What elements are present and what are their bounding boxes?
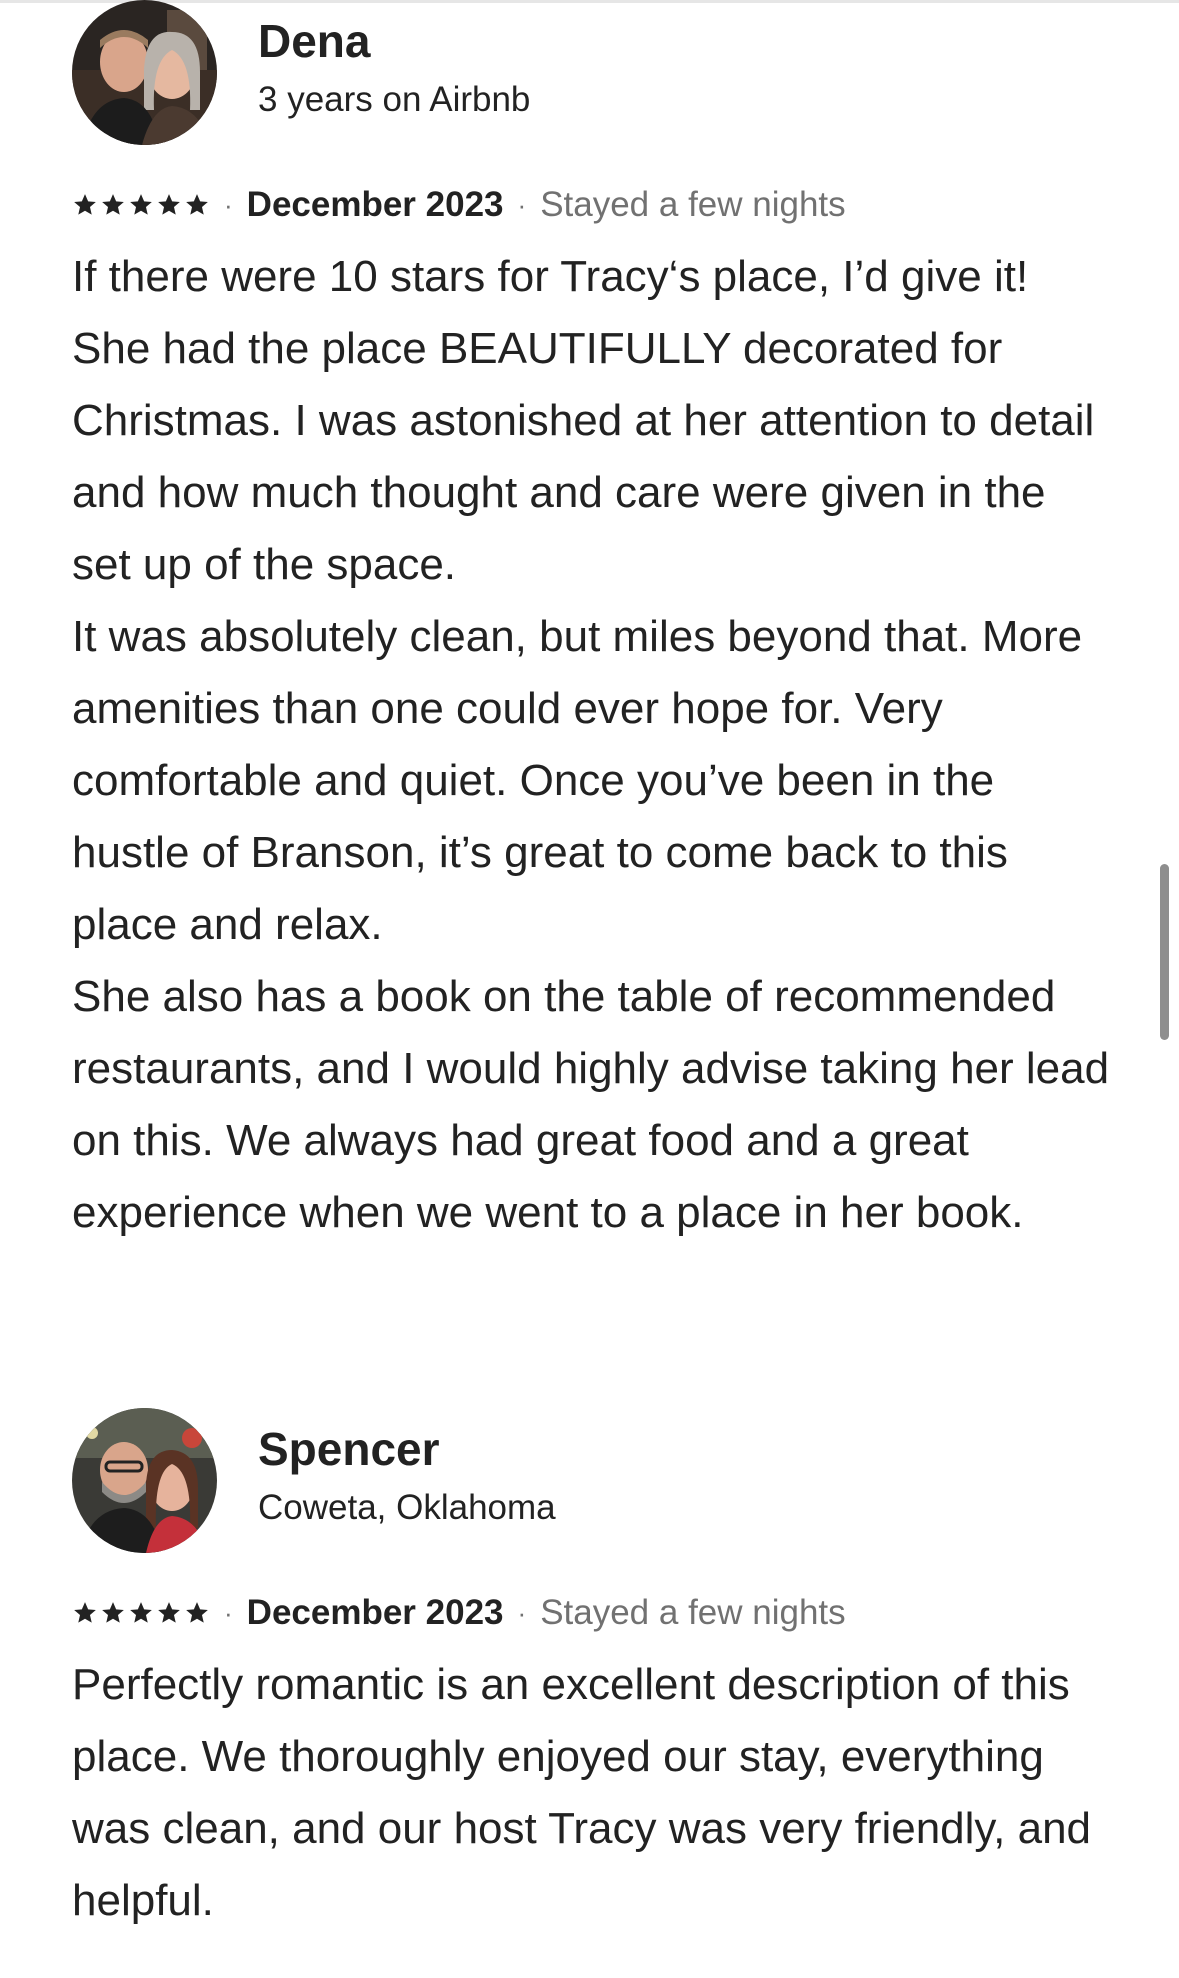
star-icon (74, 1602, 96, 1623)
review-date: December 2023 (246, 185, 504, 224)
star-rating (72, 1600, 210, 1626)
reviewer-tenure: 3 years on Airbnb (258, 80, 531, 119)
avatar[interactable] (72, 0, 217, 145)
meta-separator: · (517, 1597, 527, 1628)
stay-length: Stayed a few nights (540, 185, 846, 224)
reviewer-location: Coweta, Oklahoma (258, 1488, 556, 1527)
star-icon (158, 194, 180, 215)
review-date: December 2023 (246, 1593, 504, 1632)
stay-length: Stayed a few nights (540, 1593, 846, 1632)
star-icon (102, 194, 124, 215)
review-meta: · December 2023 · Stayed a few nights (72, 175, 1112, 235)
reviewer-name[interactable]: Spencer (258, 1422, 440, 1476)
meta-separator: · (224, 1597, 233, 1628)
star-icon (186, 194, 208, 215)
meta-separator: · (517, 189, 527, 220)
review-text: If there were 10 stars for Tracy‘s place… (72, 252, 1110, 1237)
star-icon (74, 194, 96, 215)
star-rating (72, 192, 210, 218)
avatar[interactable] (72, 1408, 217, 1553)
review-card: Dena 3 years on Airbnb · December 2023 ·… (72, 0, 1112, 1249)
star-icon (186, 1602, 208, 1623)
review-card: Spencer Coweta, Oklahoma · December 2023… (72, 1408, 1112, 1937)
reviewer-header[interactable]: Dena 3 years on Airbnb (72, 0, 1112, 145)
star-icon (130, 1602, 152, 1623)
review-meta: · December 2023 · Stayed a few nights (72, 1583, 1112, 1643)
scrollbar-thumb[interactable] (1160, 864, 1169, 1040)
meta-separator: · (224, 189, 233, 220)
star-icon (158, 1602, 180, 1623)
star-icon (102, 1602, 124, 1623)
review-text: Perfectly romantic is an excellent descr… (72, 1660, 1092, 1925)
star-icon (130, 194, 152, 215)
reviewer-name[interactable]: Dena (258, 14, 370, 68)
reviewer-header[interactable]: Spencer Coweta, Oklahoma (72, 1408, 1112, 1553)
